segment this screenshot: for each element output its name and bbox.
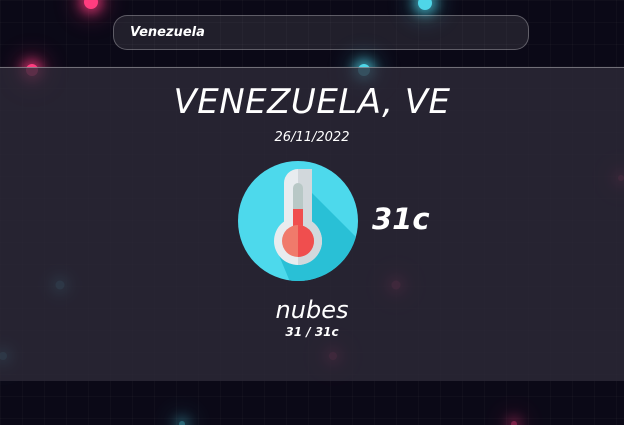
bokeh-dot — [179, 421, 185, 425]
temperature-value: 31c — [372, 202, 430, 236]
min-max-temperature: 31 / 31c — [285, 325, 339, 339]
search-input[interactable] — [114, 16, 528, 49]
search-bar — [113, 15, 529, 50]
thermometer-icon — [238, 161, 358, 281]
bokeh-dot — [511, 421, 517, 425]
weather-panel: VENEZUELA, VE 26/11/2022 31c nubes 31 / … — [0, 67, 624, 381]
weather-app: VENEZUELA, VE 26/11/2022 31c nubes 31 — [0, 0, 624, 425]
city-name: VENEZUELA, VE — [173, 82, 451, 122]
weather-description: nubes — [275, 296, 349, 324]
date-label: 26/11/2022 — [274, 130, 350, 145]
